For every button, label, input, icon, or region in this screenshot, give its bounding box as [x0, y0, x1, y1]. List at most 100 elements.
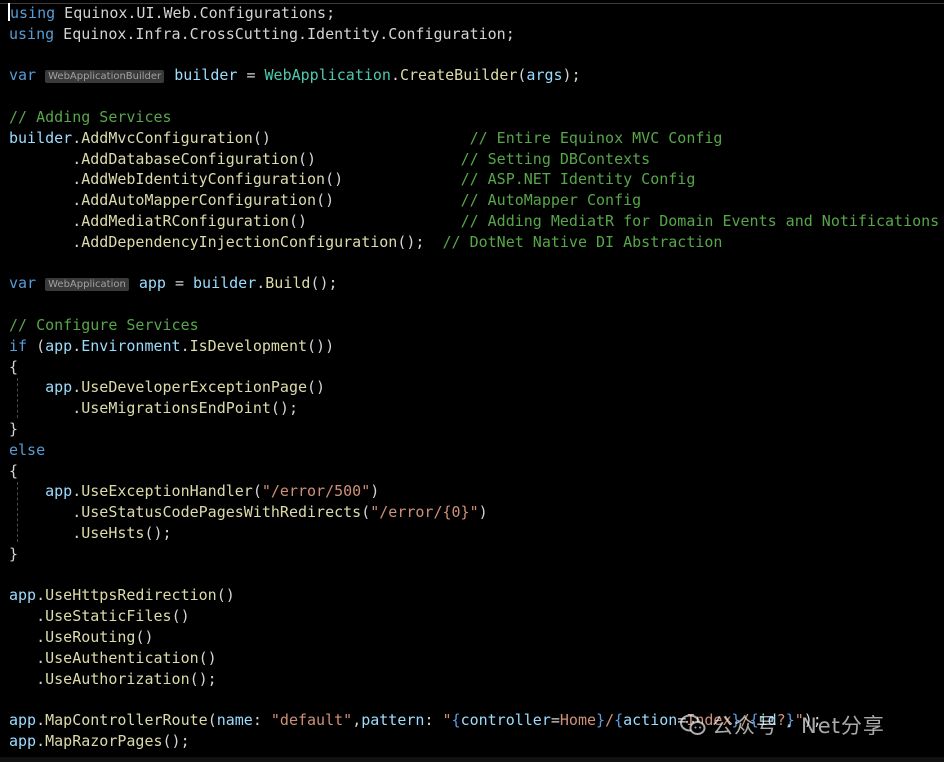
code-line[interactable]: var WebApplication app = builder.Build()…	[9, 273, 944, 294]
code-token: "/error/{0}"	[370, 503, 479, 522]
code-token: UseHsts	[81, 523, 145, 542]
code-token: .	[9, 191, 82, 210]
code-token: var	[9, 66, 37, 85]
code-token: Build	[265, 274, 311, 293]
code-token: UseStatusCodePagesWithRedirects	[81, 503, 362, 522]
code-line[interactable]: .UseAuthentication()	[9, 648, 944, 669]
code-token: {	[9, 357, 19, 376]
code-line[interactable]: app.UseExceptionHandler("/error/500")	[9, 481, 944, 502]
code-token: (	[207, 711, 217, 730]
code-token: name	[216, 711, 253, 730]
code-comment: // Adding Services	[9, 107, 172, 126]
code-line[interactable]	[9, 689, 944, 710]
code-token: .	[36, 711, 46, 730]
code-token: AddDatabaseConfiguration	[81, 149, 298, 168]
code-line[interactable]	[9, 294, 944, 315]
code-line[interactable]: {	[9, 357, 944, 378]
code-token: ()	[216, 586, 235, 605]
code-token: =	[550, 711, 560, 730]
code-token: .	[9, 523, 82, 542]
code-token: }	[9, 419, 19, 438]
code-token: Index	[686, 711, 732, 730]
code-token: args	[526, 66, 563, 85]
code-editor[interactable]: using Equinox.UI.Web.Configurations; usin…	[0, 0, 944, 762]
code-token: UseAuthorization	[45, 669, 190, 688]
code-line[interactable]: if (app.Environment.IsDevelopment())	[9, 336, 944, 357]
code-line[interactable]: .UseHsts();	[9, 523, 944, 544]
code-token: .	[9, 211, 82, 230]
code-token: "/error/500"	[261, 482, 371, 501]
code-line[interactable]: builder.AddMvcConfiguration() // Entire …	[9, 128, 944, 149]
code-token: }	[9, 544, 19, 563]
code-token: AddMediatRConfiguration	[81, 211, 289, 230]
code-token: app	[129, 274, 166, 293]
code-line[interactable]: }	[9, 419, 944, 440]
code-token: .	[9, 503, 82, 522]
code-token: pattern	[361, 711, 425, 730]
code-line[interactable]	[9, 565, 944, 586]
code-comment: // Entire Equinox MVC Config	[469, 128, 723, 147]
code-token: ()	[135, 627, 154, 646]
code-line[interactable]: {	[9, 461, 944, 482]
code-token: else	[9, 440, 46, 459]
code-token: AddWebIdentityConfiguration	[81, 170, 326, 189]
code-token: ,	[352, 711, 362, 730]
code-line[interactable]: app.MapControllerRoute(name: "default",p…	[9, 710, 944, 731]
code-token: UseAuthentication	[45, 648, 199, 667]
code-token: controller	[460, 711, 551, 730]
code-line[interactable]: app.MapRazorPages();	[9, 731, 944, 752]
code-line[interactable]	[9, 45, 944, 66]
code-line[interactable]: app.UseHttpsRedirection()	[9, 585, 944, 606]
code-comment: // DotNet Native DI Abstraction	[442, 232, 723, 251]
code-token: builder	[9, 128, 73, 147]
code-token: .	[9, 170, 82, 189]
code-token: ()	[252, 128, 470, 147]
code-line[interactable]: using Equinox.UI.Web.Configurations;	[8, 3, 944, 24]
code-token: /	[740, 711, 750, 730]
code-token: app	[45, 336, 73, 355]
code-line[interactable]: // Configure Services	[9, 315, 944, 336]
code-line[interactable]: }	[9, 544, 944, 565]
code-token: .	[72, 378, 82, 397]
code-token: ()	[307, 378, 326, 397]
code-line[interactable]: app.UseDeveloperExceptionPage()	[9, 377, 944, 398]
code-line[interactable]: var WebApplicationBuilder builder = WebA…	[9, 65, 944, 86]
code-line[interactable]: .UseMigrationsEndPoint();	[9, 398, 944, 419]
code-line[interactable]: .AddMediatRConfiguration() // Adding Med…	[9, 211, 944, 232]
code-token: AddDependencyInjectionConfiguration	[81, 232, 398, 251]
code-token: app	[9, 586, 37, 605]
code-token: );	[562, 66, 581, 85]
code-line[interactable]: .UseRouting()	[9, 627, 944, 648]
code-line[interactable]: .AddAutoMapperConfiguration() // AutoMap…	[9, 190, 944, 211]
code-token: ();	[189, 669, 217, 688]
code-line[interactable]: using Equinox.Infra.CrossCutting.Identit…	[9, 24, 944, 45]
code-token: Environment	[81, 336, 181, 355]
code-token: Home	[559, 711, 597, 730]
code-token: :	[252, 711, 271, 730]
code-token: id	[758, 711, 777, 730]
code-token: UseHttpsRedirection	[45, 586, 217, 605]
code-area[interactable]: using Equinox.UI.Web.Configurations; usin…	[8, 3, 944, 752]
code-token: (	[27, 336, 46, 355]
code-line[interactable]: .AddDependencyInjectionConfiguration(); …	[9, 232, 944, 253]
code-line[interactable]: // Adding Services	[9, 107, 944, 128]
code-line[interactable]: .UseStatusCodePagesWithRedirects("/error…	[9, 502, 944, 523]
code-token: .	[180, 336, 190, 355]
code-line[interactable]: else	[9, 440, 944, 461]
code-token: ()	[316, 191, 461, 210]
code-line[interactable]	[9, 86, 944, 107]
code-token: =	[165, 274, 194, 293]
code-token: }	[785, 711, 795, 730]
code-line[interactable]	[9, 253, 944, 274]
code-line[interactable]: .AddWebIdentityConfiguration() // ASP.NE…	[9, 169, 944, 190]
code-comment: // Setting DBContexts	[460, 149, 651, 168]
code-line[interactable]: .AddDatabaseConfiguration() // Setting D…	[9, 149, 944, 170]
code-token: app	[9, 731, 37, 750]
code-token: Equinox.Infra.CrossCutting.Identity.Conf…	[54, 24, 515, 43]
code-line[interactable]: .UseStaticFiles()	[9, 606, 944, 627]
indent-guide	[17, 378, 18, 418]
code-line[interactable]: .UseAuthorization();	[9, 669, 944, 690]
